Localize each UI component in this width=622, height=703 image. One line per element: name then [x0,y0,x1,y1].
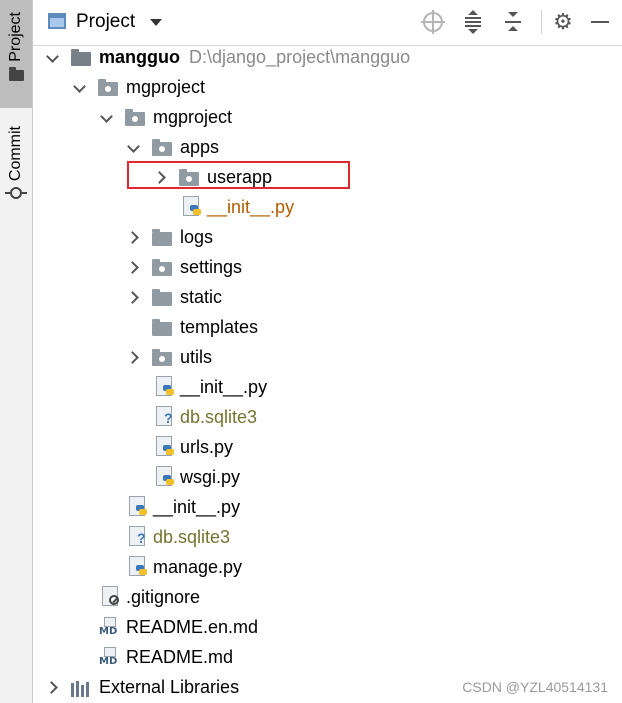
tree-item-init-apps[interactable]: __init__.py [33,192,622,222]
folder-icon [71,49,91,66]
chevron-right-icon[interactable] [126,342,142,372]
view-selector-label[interactable]: Project [76,11,135,33]
collapse-all-icon[interactable] [501,10,525,34]
folder-icon [152,289,172,306]
libraries-icon [71,681,91,697]
package-folder-icon [152,139,172,156]
toolbar-divider [541,10,542,34]
tree-item-label: static [180,287,223,307]
unknown-file-icon: ? [156,406,173,426]
tree-item-logs[interactable]: logs [33,222,622,252]
tree-item-mgproject-inner[interactable]: mgproject [33,102,622,132]
tree-item-readme[interactable]: MD README.md [33,642,622,672]
chevron-right-icon[interactable] [126,252,142,282]
tab-project[interactable]: Project [0,0,32,108]
tree-item-templates[interactable]: templates [33,312,622,342]
gear-icon[interactable]: ⚙ [551,10,575,34]
tool-window-strip: Project Commit [0,0,33,703]
expand-all-icon[interactable] [461,10,485,34]
chevron-down-icon[interactable] [45,42,61,72]
chevron-down-icon[interactable] [99,102,115,132]
tree-item-label: apps [180,137,220,157]
tree-item-label: __init__.py [153,497,241,517]
tree-item-mangguo[interactable]: mangguo D:\django_project\mangguo [33,42,622,72]
tree-item-settings[interactable]: settings [33,252,622,282]
tree-item-label: manage.py [153,557,243,577]
watermark: CSDN @YZL40514131 [462,679,608,695]
tree-item-label: .gitignore [126,587,201,607]
root-folder-path: D:\django_project\mangguo [189,47,411,67]
tree-item-manage[interactable]: manage.py [33,552,622,582]
tree-item-mgproject[interactable]: mgproject [33,72,622,102]
tab-commit[interactable]: Commit [0,120,32,212]
tree-item-label: mgproject [153,107,233,127]
hide-icon[interactable] [588,10,612,34]
package-folder-icon [125,109,145,126]
locate-icon[interactable] [421,10,445,34]
chevron-down-icon[interactable] [72,72,88,102]
tree-item-label: templates [180,317,259,337]
ignored-file-icon [102,586,119,606]
tree-item-label: mgproject [126,77,206,97]
tab-project-label: Project [7,12,24,62]
tree-item-urls[interactable]: urls.py [33,432,622,462]
markdown-file-icon: MD [99,647,119,667]
tree-item-label: db.sqlite3 [180,407,258,427]
tree-item-label: __init__.py [180,377,268,397]
chevron-right-icon[interactable] [126,222,142,252]
tree-item-label: wsgi.py [180,467,241,487]
package-folder-icon [152,259,172,276]
tree-item-apps[interactable]: apps [33,132,622,162]
tree-item-init-mgproject[interactable]: __init__.py [33,372,622,402]
python-file-icon [156,436,174,456]
package-folder-icon [152,349,172,366]
tree-item-utils[interactable]: utils [33,342,622,372]
folder-icon [152,229,172,246]
folder-icon [152,319,172,336]
tree-item-gitignore[interactable]: .gitignore [33,582,622,612]
tree-item-label: README.md [126,647,234,667]
unknown-file-icon: ? [129,526,146,546]
folder-icon [8,66,24,81]
chevron-down-icon[interactable] [150,19,162,26]
root-folder-name: mangguo [99,47,180,67]
chevron-right-icon[interactable] [126,282,142,312]
tree-item-static[interactable]: static [33,282,622,312]
highlight-box [127,161,350,189]
python-file-icon [183,196,201,216]
tree-item-readme-en[interactable]: MD README.en.md [33,612,622,642]
tree-item-label: __init__.py [207,197,295,217]
tree-item-label: utils [180,347,213,367]
project-window-icon [48,13,66,29]
python-file-icon [129,496,147,516]
tree-item-label: db.sqlite3 [153,527,231,547]
python-file-icon [156,376,174,396]
tree-item-wsgi[interactable]: wsgi.py [33,462,622,492]
markdown-file-icon: MD [99,617,119,637]
chevron-down-icon[interactable] [126,132,142,162]
tree-item-db-outer[interactable]: ? db.sqlite3 [33,522,622,552]
chevron-right-icon[interactable] [45,672,61,702]
tree-item-label: settings [180,257,243,277]
project-header: Project ⚙ [33,0,622,46]
tree-item-label: External Libraries [99,677,240,697]
tree-item-db-inner[interactable]: ? db.sqlite3 [33,402,622,432]
commit-icon [5,187,27,200]
python-file-icon [129,556,147,576]
python-file-icon [156,466,174,486]
tree-item-label: urls.py [180,437,234,457]
tab-commit-label: Commit [7,126,24,182]
package-folder-icon [98,79,118,96]
tree-item-label: logs [180,227,214,247]
tree-item-label: README.en.md [126,617,259,637]
tree-item-init-outer[interactable]: __init__.py [33,492,622,522]
